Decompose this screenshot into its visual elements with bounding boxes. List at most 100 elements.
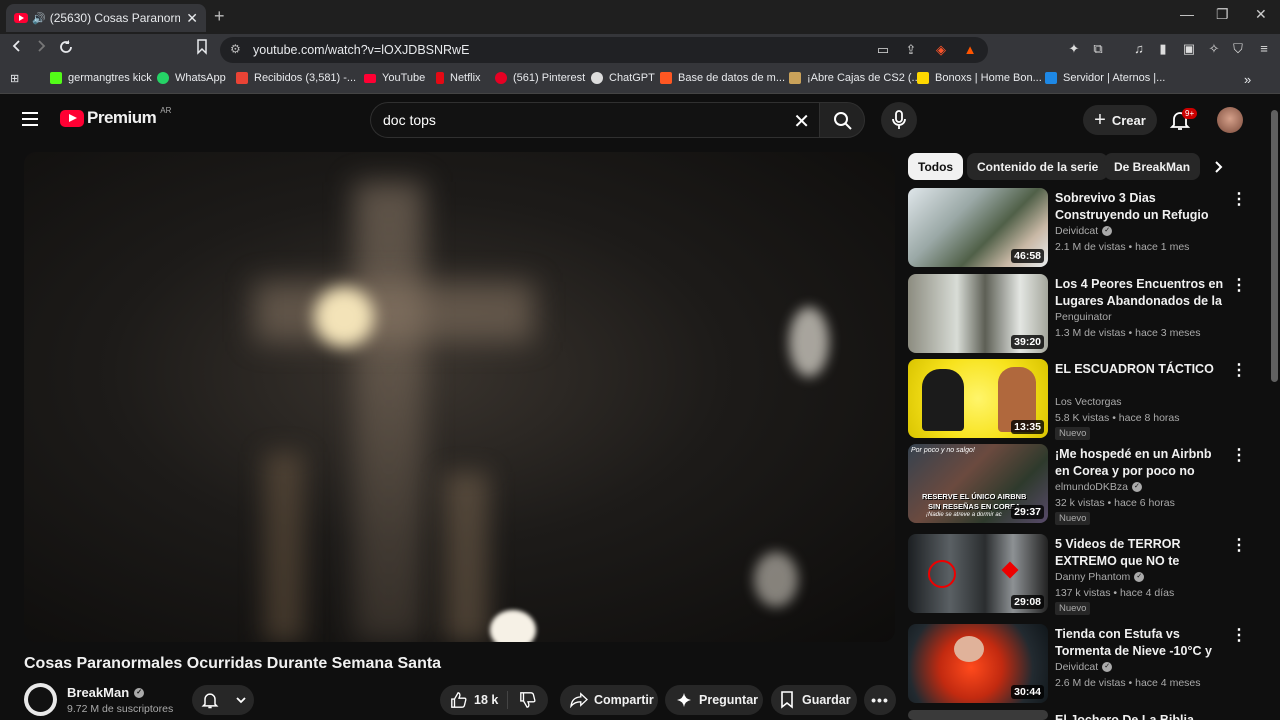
close-window-icon[interactable]: ✕	[1255, 6, 1267, 23]
chip-todos[interactable]: Todos	[908, 153, 964, 180]
more-bookmarks-icon[interactable]: »	[1244, 72, 1251, 87]
verified-icon: ✓	[1134, 572, 1145, 582]
video-thumbnail[interactable]: Por poco y no salgo! RESERVE EL ÚNICO AI…	[908, 444, 1048, 523]
forward-icon[interactable]	[34, 39, 48, 58]
bookmark-item[interactable]: ¡Abre Cajas de CS2 (...	[789, 72, 921, 84]
video-player[interactable]	[24, 152, 895, 642]
apps-icon[interactable]: ⊞	[10, 72, 19, 85]
recommendation-item[interactable]: 13:35 EL ESCUADRON TÁCTICO Los Vectorgas…	[908, 359, 1248, 440]
video-thumbnail[interactable]: 39:20	[908, 274, 1048, 353]
video-thumbnail[interactable]: 13:35	[908, 359, 1048, 438]
rec-channel[interactable]: Deividcat ✓	[1055, 225, 1113, 237]
youtube-premium-logo[interactable]: Premium AR	[60, 105, 172, 128]
user-avatar[interactable]	[1217, 107, 1243, 133]
bookmark-item[interactable]: (561) Pinterest	[495, 72, 585, 84]
rec-channel[interactable]: Deividcat ✓	[1055, 661, 1113, 673]
share-page-icon[interactable]: ⇪	[903, 42, 919, 58]
voice-search-button[interactable]	[881, 102, 917, 138]
recommendation-item[interactable]: Por poco y no salgo! RESERVE EL ÚNICO AI…	[908, 444, 1248, 525]
save-button[interactable]: Guardar	[771, 685, 857, 715]
rec-title[interactable]: 5 Videos de TERROR EXTREMO que NO te Dej…	[1055, 536, 1225, 570]
bookmark-item[interactable]: Netflix	[436, 72, 481, 84]
search-input[interactable]	[383, 112, 763, 128]
address-bar[interactable]: ⚙ youtube.com/watch?v=lOXJDBSNRwE ▭ ⇪ ◈ …	[220, 37, 988, 63]
video-thumbnail[interactable]: 30:44	[908, 624, 1048, 703]
new-tab-icon[interactable]: +	[214, 6, 225, 27]
video-thumbnail[interactable]: 46:58	[908, 188, 1048, 267]
hamburger-icon[interactable]	[22, 112, 38, 130]
bookmark-item[interactable]: Base de datos de m...	[660, 72, 785, 84]
brave-rewards-icon[interactable]: ▲	[962, 42, 978, 58]
bookmark-item[interactable]: WhatsApp	[157, 72, 226, 84]
create-button[interactable]: + Crear	[1083, 105, 1157, 135]
extensions-icon[interactable]: ✦	[1066, 41, 1082, 57]
cast-icon[interactable]: ▭	[875, 42, 891, 58]
country-code: AR	[160, 105, 172, 115]
restore-icon[interactable]: ❐	[1216, 6, 1229, 23]
share-button[interactable]: Compartir	[560, 685, 658, 715]
bookmark-item[interactable]: Bonoxs | Home Bon...	[917, 72, 1042, 84]
leo-ai-icon[interactable]: ✧	[1206, 41, 1222, 57]
bookmark-item[interactable]: YouTube	[364, 72, 425, 84]
bookmark-label: Bonoxs | Home Bon...	[935, 72, 1042, 84]
ask-button[interactable]: Preguntar	[665, 685, 763, 715]
rec-title[interactable]: Tienda con Estufa vs Tormenta de Nieve -…	[1055, 626, 1225, 660]
rec-channel[interactable]: Penguinator	[1055, 311, 1112, 323]
bookmark-item[interactable]: Servidor | Aternos |...	[1045, 72, 1165, 84]
channel-name[interactable]: BreakMan ✓	[67, 685, 145, 700]
more-actions-button[interactable]: •••	[864, 685, 896, 715]
vpn-icon[interactable]: ⛉	[1230, 41, 1246, 57]
more-vert-icon[interactable]: ⋮	[1231, 278, 1247, 294]
rec-title[interactable]: Los 4 Peores Encuentros en Lugares Aband…	[1055, 276, 1225, 310]
video-thumbnail[interactable]	[908, 710, 1048, 720]
recommendation-item[interactable]: 39:20 Los 4 Peores Encuentros en Lugares…	[908, 274, 1248, 354]
recommendation-item[interactable]: 30:44 Tienda con Estufa vs Tormenta de N…	[908, 624, 1248, 704]
rec-channel[interactable]: Danny Phantom ✓	[1055, 571, 1145, 583]
clear-search-icon[interactable]: ✕	[793, 109, 810, 134]
like-button[interactable]	[450, 691, 468, 712]
recommendation-item[interactable]: 29:08 5 Videos de TERROR EXTREMO que NO …	[908, 534, 1248, 615]
channel-avatar[interactable]	[24, 683, 57, 716]
subscribed-notifications-button[interactable]	[192, 685, 254, 715]
chevron-right-icon[interactable]	[1214, 160, 1224, 179]
video-thumbnail[interactable]: 29:08	[908, 534, 1048, 613]
brave-shield-icon[interactable]: ◈	[933, 42, 949, 58]
sidebar-icon[interactable]: ▮	[1155, 41, 1171, 57]
chip-from-channel[interactable]: De BreakMan	[1104, 153, 1201, 180]
more-vert-icon[interactable]: ⋮	[1231, 628, 1247, 644]
search-button[interactable]	[819, 102, 865, 138]
back-icon[interactable]	[10, 39, 24, 58]
duration-badge: 39:20	[1011, 335, 1044, 349]
bookmark-item[interactable]: Recibidos (3,581) -...	[236, 72, 356, 84]
more-vert-icon[interactable]: ⋮	[1231, 538, 1247, 554]
rec-title[interactable]: El Jochero De La Biblia	[1055, 712, 1225, 720]
browser-menu-icon[interactable]: ≡	[1256, 41, 1272, 57]
page-scrollbar[interactable]	[1269, 96, 1280, 720]
speaker-icon[interactable]: 🔊	[32, 12, 46, 25]
dislike-button[interactable]	[519, 691, 537, 712]
media-icon[interactable]: ♫	[1131, 41, 1147, 57]
minimize-icon[interactable]: —	[1180, 6, 1194, 22]
close-tab-icon[interactable]: ✕	[186, 10, 198, 27]
reload-icon[interactable]	[58, 39, 74, 60]
scrollbar-thumb[interactable]	[1271, 110, 1278, 382]
rec-channel[interactable]: Los Vectorgas	[1055, 396, 1122, 408]
site-settings-icon[interactable]: ⚙	[230, 42, 241, 56]
recommendation-item[interactable]: 46:58 Sobrevivo 3 Dias Construyendo un R…	[908, 188, 1248, 268]
browser-tab-active[interactable]: 🔊 (25630) Cosas Paranormales Ocurridas ✕	[6, 4, 206, 32]
bookmark-item[interactable]: ChatGPT	[591, 72, 655, 84]
bookmark-item[interactable]: germangtres kick	[50, 72, 152, 84]
rec-title[interactable]: EL ESCUADRON TÁCTICO	[1055, 361, 1225, 378]
rec-title[interactable]: ¡Me hospedé en un Airbnb en Corea y por …	[1055, 446, 1225, 480]
rec-channel[interactable]: elmundoDKBza ✓	[1055, 481, 1142, 493]
more-vert-icon[interactable]: ⋮	[1231, 192, 1247, 208]
rec-title[interactable]: Sobrevivo 3 Dias Construyendo un Refugio…	[1055, 190, 1225, 224]
chip-series-content[interactable]: Contenido de la serie	[967, 153, 1109, 180]
screenshot-icon[interactable]: ⧉	[1090, 41, 1106, 57]
more-vert-icon[interactable]: ⋮	[1231, 363, 1247, 379]
duration-badge: 29:08	[1011, 595, 1044, 609]
bookmark-page-icon[interactable]	[196, 39, 208, 60]
more-vert-icon[interactable]: ⋮	[1231, 448, 1247, 464]
recommendation-item[interactable]: El Jochero De La Biblia	[908, 710, 1248, 720]
wallet-icon[interactable]: ▣	[1181, 41, 1197, 57]
